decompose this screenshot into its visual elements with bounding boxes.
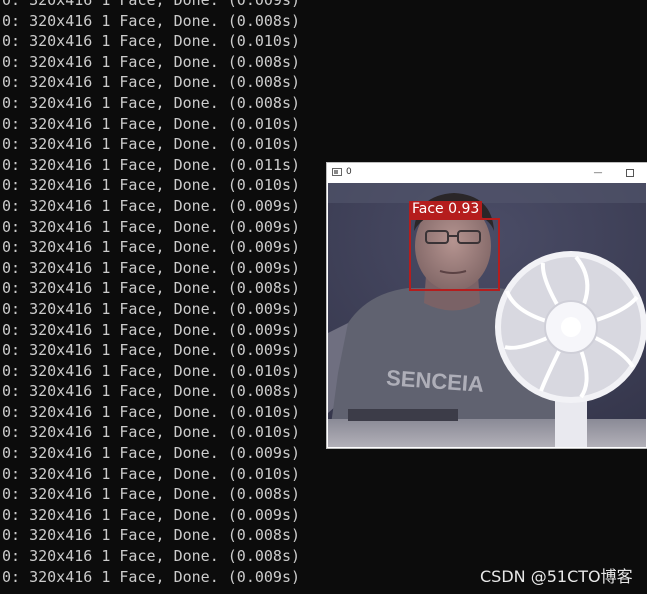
console-line: 0: 320x416 1 Face, Done. (0.008s) (2, 52, 301, 71)
detection-label: Face 0.93 (409, 201, 483, 218)
minimize-button[interactable]: — (589, 165, 607, 181)
console-line: 0: 320x416 1 Face, Done. (0.010s) (2, 464, 301, 483)
watermark: CSDN @51CTO博客 (480, 567, 633, 586)
opencv-preview-window[interactable]: 0 — SENCEIA Face 0.93 (327, 163, 647, 448)
console-line: 0: 320x416 1 Face, Done. (0.009s) (2, 505, 301, 524)
console-line: 0: 320x416 1 Face, Done. (0.009s) (2, 0, 301, 9)
window-titlebar[interactable]: 0 — (327, 163, 647, 183)
console-line: 0: 320x416 1 Face, Done. (0.008s) (2, 485, 301, 504)
window-title: 0 (346, 167, 352, 177)
console-line: 0: 320x416 1 Face, Done. (0.008s) (2, 73, 301, 92)
console-line: 0: 320x416 1 Face, Done. (0.008s) (2, 11, 301, 30)
webcam-frame: SENCEIA Face 0.93 (328, 183, 646, 447)
console-line: 0: 320x416 1 Face, Done. (0.010s) (2, 32, 301, 51)
console-line: 0: 320x416 1 Face, Done. (0.010s) (2, 135, 301, 154)
console-line: 0: 320x416 1 Face, Done. (0.008s) (2, 526, 301, 545)
console-line: 0: 320x416 1 Face, Done. (0.008s) (2, 93, 301, 112)
window-app-icon (332, 168, 342, 176)
detection-bounding-box (409, 218, 500, 291)
maximize-icon (626, 169, 634, 177)
maximize-button[interactable] (621, 165, 639, 181)
console-line: 0: 320x416 1 Face, Done. (0.010s) (2, 114, 301, 133)
